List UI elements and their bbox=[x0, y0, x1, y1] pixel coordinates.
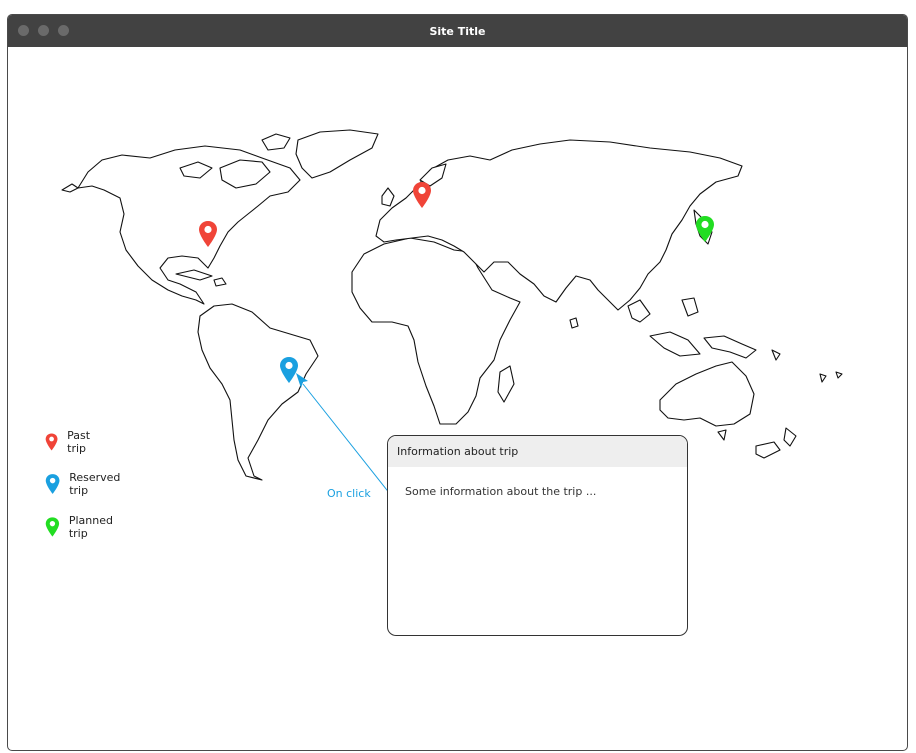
legend-label: Past trip bbox=[67, 429, 91, 455]
map-pin-icon bbox=[45, 474, 60, 494]
legend-item-reserved: Reserved trip bbox=[45, 470, 125, 498]
legend-item-planned: Planned trip bbox=[45, 513, 118, 541]
map-pin-icon bbox=[45, 517, 60, 537]
legend-item-past: Past trip bbox=[45, 428, 97, 456]
on-click-annotation: On click bbox=[327, 487, 371, 500]
trip-info-panel: Information about trip Some information … bbox=[387, 435, 688, 636]
cursor-icon bbox=[296, 373, 308, 388]
click-connector bbox=[296, 373, 395, 500]
trip-info-header: Information about trip bbox=[388, 436, 687, 467]
legend-label: Reserved trip bbox=[69, 471, 121, 497]
trip-info-body: Some information about the trip ... bbox=[405, 485, 597, 498]
legend-label: Planned trip bbox=[68, 514, 113, 540]
map-pin-icon bbox=[45, 433, 58, 451]
